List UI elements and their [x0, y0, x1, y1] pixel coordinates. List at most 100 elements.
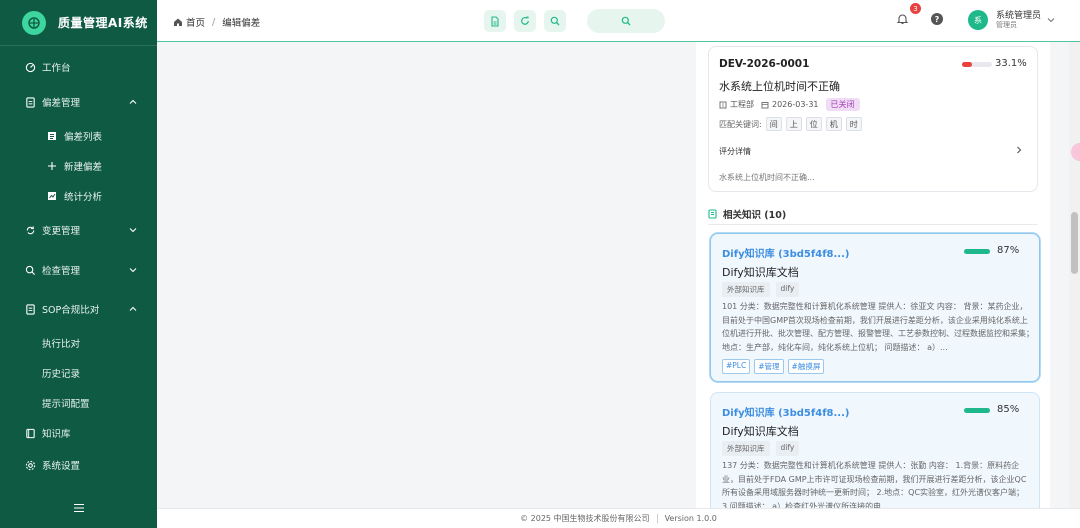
breadcrumb-current: 编辑偏差: [222, 18, 261, 29]
deviation-match-fill: [962, 62, 972, 67]
dashboard-icon: [24, 61, 36, 73]
keywords-label: 匹配关键词:: [719, 119, 762, 129]
deviation-date: 2026-03-31: [772, 100, 819, 109]
user-menu[interactable]: 系 系统管理员 管理员: [968, 10, 1055, 30]
sidebar-item-prompt-config[interactable]: 提示词配置: [0, 388, 157, 418]
knowledge-match-bar: [964, 408, 990, 413]
scrollbar-thumb[interactable]: [1071, 212, 1078, 274]
book-icon: [24, 427, 36, 439]
deviation-match-percent: 33.1%: [995, 58, 1027, 69]
sidebar-item-sop-compare[interactable]: SOP合规比对: [0, 294, 157, 324]
knowledge-excerpt: 137 分类：数据完整性和计算机化系统管理 提供人：张勤 内容： 1.背景：原料…: [722, 461, 1027, 508]
document-button[interactable]: [484, 10, 506, 32]
chevron-up-icon: [129, 306, 137, 311]
chevron-down-icon: [129, 268, 137, 273]
building-icon: [719, 101, 727, 108]
copyright: © 2025 中国生物技术股份有限公司: [520, 514, 650, 523]
related-knowledge-title: 相关知识 (10): [723, 210, 787, 221]
keyword-chip: 间: [765, 117, 782, 131]
sidebar-item-new-deviation[interactable]: 新建偏差: [0, 151, 157, 181]
footer: © 2025 中国生物技术股份有限公司 Version 1.0.0: [157, 508, 1080, 528]
list-icon: [46, 130, 58, 142]
breadcrumb-home[interactable]: 首页: [186, 15, 205, 29]
sidebar-item-deviation-list[interactable]: 偏差列表: [0, 121, 157, 151]
chevron-down-icon: [129, 228, 137, 233]
knowledge-source[interactable]: Dify知识库 (3bd5f4f8...): [722, 404, 849, 419]
logo-icon: [22, 10, 46, 35]
footer-divider: [656, 514, 658, 523]
knowledge-source[interactable]: Dify知识库 (3bd5f4f8...): [722, 245, 849, 260]
deviation-card[interactable]: DEV-2026-0001 33.1% 水系统上位机时间不正确 工程部 2026…: [708, 46, 1038, 192]
search-icon: [550, 16, 560, 26]
search-icon: [24, 264, 36, 276]
sidebar-item-label: 历史记录: [42, 369, 81, 380]
knowledge-tags: 外部知识库 dify: [722, 282, 805, 297]
compare-icon: [24, 303, 36, 315]
sidebar-item-settings[interactable]: 系统设置: [0, 450, 157, 480]
knowledge-tag: dify: [775, 282, 800, 297]
help-icon[interactable]: ?: [931, 13, 943, 25]
breadcrumb-separator: /: [212, 16, 216, 28]
hashtag[interactable]: #触摸屏: [787, 359, 825, 374]
sidebar-item-label: SOP合规比对: [42, 305, 100, 316]
sidebar-item-label: 知识库: [42, 429, 71, 440]
scrollbar[interactable]: [1069, 42, 1080, 508]
home-icon: [174, 18, 182, 26]
global-search[interactable]: [587, 9, 665, 33]
match-panel: DEV-2026-0001 33.1% 水系统上位机时间不正确 工程部 2026…: [696, 42, 1050, 508]
deviation-id: DEV-2026-0001: [719, 58, 810, 70]
related-knowledge-header: 相关知识 (10): [708, 207, 786, 221]
knowledge-tag: 外部知识库: [722, 282, 770, 297]
sidebar-item-label: 执行比对: [42, 339, 81, 350]
sidebar: 质量管理AI系统 工作台 偏差管理 偏差列表 新建偏差 统计分析 变更管理 检查…: [0, 0, 157, 528]
change-icon: [24, 224, 36, 236]
document-icon: [24, 96, 36, 108]
gear-icon: [24, 459, 36, 471]
knowledge-excerpt: 101 分类：数据完整性和计算机化系统管理 提供人：徐亚文 内容： 背景：某药企…: [722, 302, 1034, 352]
sidebar-item-statistics[interactable]: 统计分析: [0, 181, 157, 211]
sidebar-item-label: 变更管理: [42, 226, 81, 237]
sidebar-collapse-button[interactable]: [0, 498, 157, 518]
keyword-chip: 机: [825, 117, 842, 131]
menu-icon: [73, 503, 84, 513]
chevron-up-icon: [129, 99, 137, 104]
search-icon: [621, 16, 631, 26]
notification-badge: 3: [910, 3, 921, 14]
knowledge-match-bar: [964, 249, 990, 254]
refresh-button[interactable]: [514, 10, 536, 32]
knowledge-tags: 外部知识库 dify: [722, 441, 805, 456]
knowledge-card[interactable]: Dify知识库 (3bd5f4f8...) 85% Dify知识库文档 外部知识…: [710, 392, 1040, 508]
main-content: DEV-2026-0001 33.1% 水系统上位机时间不正确 工程部 2026…: [157, 42, 1067, 508]
sidebar-item-knowledge[interactable]: 知识库: [0, 418, 157, 448]
knowledge-match-percent: 87%: [997, 245, 1020, 256]
sidebar-item-run-compare[interactable]: 执行比对: [0, 328, 157, 358]
score-details-toggle[interactable]: 评分详情: [719, 146, 751, 157]
sidebar-item-history[interactable]: 历史记录: [0, 358, 157, 388]
knowledge-tag: dify: [775, 441, 800, 456]
keyword-chip: 上: [785, 117, 802, 131]
hashtag[interactable]: #PLC: [722, 359, 751, 374]
knowledge-card[interactable]: Dify知识库 (3bd5f4f8...) 87% Dify知识库文档 外部知识…: [710, 233, 1040, 382]
sidebar-item-inspection[interactable]: 检查管理: [0, 255, 157, 285]
department: 工程部: [730, 100, 754, 109]
search-button[interactable]: [544, 10, 566, 32]
knowledge-title: Dify知识库文档: [722, 266, 799, 279]
bell-icon: [896, 14, 909, 25]
notification-button[interactable]: [896, 13, 909, 28]
sidebar-item-label: 新建偏差: [64, 162, 103, 173]
hashtag[interactable]: #管理: [754, 359, 784, 374]
keyword-chip: 时: [845, 117, 862, 131]
chevron-down-icon: [1047, 18, 1055, 23]
sidebar-item-change[interactable]: 变更管理: [0, 215, 157, 245]
chart-icon: [46, 190, 58, 202]
calendar-icon: [761, 101, 769, 108]
sidebar-item-label: 系统设置: [42, 461, 81, 472]
department-meta: 工程部: [719, 99, 754, 110]
sidebar-item-dashboard[interactable]: 工作台: [0, 52, 157, 82]
chevron-right-icon[interactable]: [1015, 146, 1023, 154]
plus-icon: [46, 160, 58, 172]
date-meta: 2026-03-31: [761, 100, 819, 109]
sidebar-item-deviation[interactable]: 偏差管理: [0, 87, 157, 117]
sidebar-item-label: 偏差管理: [42, 98, 81, 109]
knowledge-match-percent: 85%: [997, 404, 1020, 415]
